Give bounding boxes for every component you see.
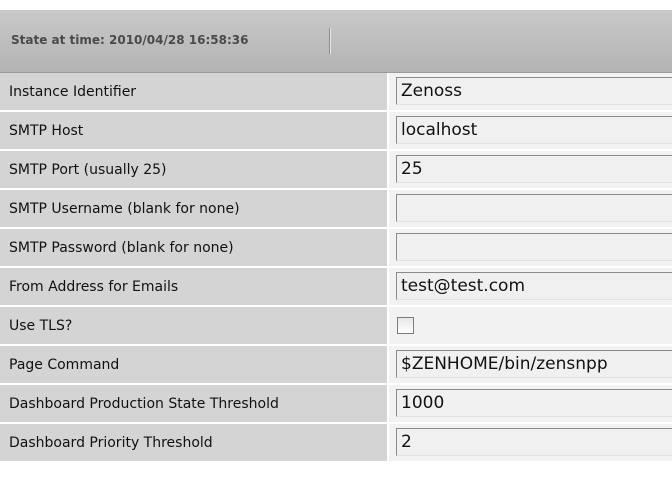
smtp-host-input[interactable]: localhost [396,116,672,144]
smtp-password-input[interactable] [396,233,672,261]
row-smtp-host: SMTP Host localhost [0,112,672,151]
header-bar: State at time: 2010/04/28 16:58:36 [0,10,672,73]
instance-identifier-input[interactable]: Zenoss [396,77,672,105]
smtp-username-label: SMTP Username (blank for none) [9,201,240,217]
label-cell: Use TLS? [0,307,387,344]
label-cell: From Address for Emails [0,268,387,305]
smtp-host-label: SMTP Host [9,123,84,139]
row-dashboard-production-state-threshold: Dashboard Production State Threshold 100… [0,385,672,424]
header-separator [329,28,330,54]
page-command-label: Page Command [9,357,120,373]
row-dashboard-priority-threshold: Dashboard Priority Threshold 2 [0,424,672,463]
smtp-port-label: SMTP Port (usually 25) [9,162,167,178]
label-cell: Dashboard Priority Threshold [0,424,387,461]
dashboard-priority-threshold-label: Dashboard Priority Threshold [9,435,213,451]
row-smtp-password: SMTP Password (blank for none) [0,229,672,268]
label-cell: SMTP Password (blank for none) [0,229,387,266]
label-cell: Page Command [0,346,387,383]
row-smtp-username: SMTP Username (blank for none) [0,190,672,229]
use-tls-label: Use TLS? [9,318,73,334]
row-from-address: From Address for Emails test@test.com [0,268,672,307]
value-cell [389,307,672,344]
row-use-tls: Use TLS? [0,307,672,346]
page-command-input[interactable]: $ZENHOME/bin/zensnpp [396,350,672,378]
row-page-command: Page Command $ZENHOME/bin/zensnpp [0,346,672,385]
dashboard-production-state-threshold-input[interactable]: 1000 [396,389,672,417]
label-cell: Instance Identifier [0,73,387,110]
smtp-password-label: SMTP Password (blank for none) [9,240,234,256]
use-tls-checkbox[interactable] [397,317,414,334]
top-strip [0,0,672,10]
label-cell: SMTP Username (blank for none) [0,190,387,227]
from-address-input[interactable]: test@test.com [396,272,672,300]
from-address-label: From Address for Emails [9,279,179,295]
dashboard-production-state-threshold-label: Dashboard Production State Threshold [9,396,279,412]
label-cell: Dashboard Production State Threshold [0,385,387,422]
state-timestamp-title: State at time: 2010/04/28 16:58:36 [11,33,249,47]
settings-form: Instance Identifier Zenoss SMTP Host loc… [0,73,672,493]
smtp-port-input[interactable]: 25 [396,155,672,183]
dashboard-priority-threshold-input[interactable]: 2 [396,428,672,456]
smtp-username-input[interactable] [396,194,672,222]
instance-identifier-label: Instance Identifier [9,84,137,100]
row-smtp-port: SMTP Port (usually 25) 25 [0,151,672,190]
row-instance-identifier: Instance Identifier Zenoss [0,73,672,112]
label-cell: SMTP Host [0,112,387,149]
label-cell: SMTP Port (usually 25) [0,151,387,188]
